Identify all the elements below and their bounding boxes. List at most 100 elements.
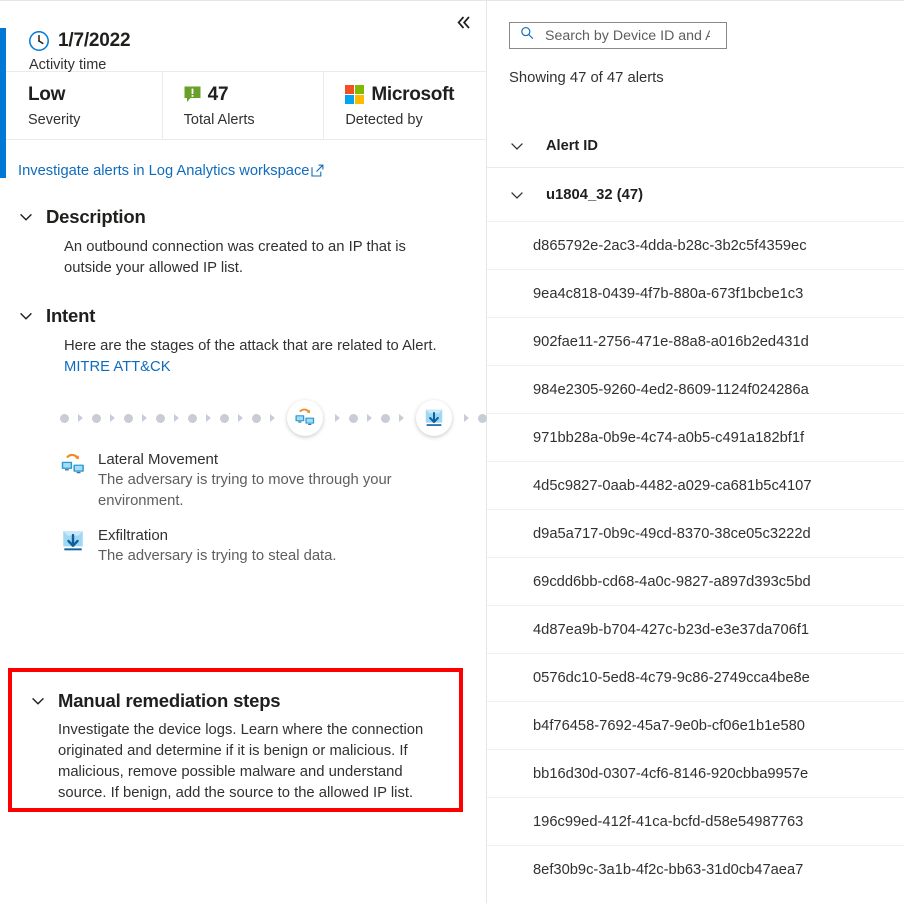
intent-section: Intent Here are the stages of the attack…	[0, 305, 486, 567]
intent-stage-name: Exfiltration	[98, 526, 337, 546]
alerts-list-pane: Showing 47 of 47 alerts Alert ID u1804_3…	[487, 0, 904, 903]
attack-chain-trailing-dots	[455, 414, 487, 423]
alert-row[interactable]: 196c99ed-412f-41ca-bcfd-d58e54987763	[487, 797, 904, 845]
attack-chain-dot	[92, 414, 101, 423]
chevron-down-icon	[18, 308, 34, 324]
alert-row[interactable]: 8ef30b9c-3a1b-4f2c-bb63-31d0cb47aea7	[487, 845, 904, 893]
manual-remediation-highlight: Manual remediation steps Investigate the…	[8, 668, 463, 812]
investigate-link-row: Investigate alerts in Log Analytics work…	[0, 140, 486, 180]
description-section-header[interactable]: Description	[18, 206, 456, 228]
alert-row-id: 4d87ea9b-b704-427c-b23d-e3e37da706f1	[533, 622, 809, 638]
intent-stage-exfiltration: Exfiltration The adversary is trying to …	[60, 526, 456, 567]
stat-total-alerts-value-row: 47	[184, 82, 324, 107]
attack-chain-dot	[60, 414, 69, 423]
attack-chain-middle-dots	[326, 414, 413, 423]
attack-chain-dot	[478, 414, 487, 423]
attack-chain-arrow-icon	[142, 414, 147, 422]
alert-row-id: b4f76458-7692-45a7-9e0b-cf06e1b1e580	[533, 718, 805, 734]
alert-row[interactable]: bb16d30d-0307-4cf6-8146-920cbba9957e	[487, 749, 904, 797]
intent-body-text: Here are the stages of the attack that a…	[64, 338, 437, 354]
alert-row[interactable]: d865792e-2ac3-4dda-b28c-3b2c5f4359ec	[487, 221, 904, 269]
attack-chain-dot	[188, 414, 197, 423]
attack-chain-dot	[124, 414, 133, 423]
mitre-attack-link[interactable]: MITRE ATT&CK	[64, 359, 171, 375]
description-body: An outbound connection was created to an…	[64, 237, 454, 279]
alert-row[interactable]: b4f76458-7692-45a7-9e0b-cf06e1b1e580	[487, 701, 904, 749]
chevron-down-icon	[30, 693, 46, 709]
manual-remediation-header[interactable]: Manual remediation steps	[30, 690, 459, 712]
alert-row-id: 0576dc10-5ed8-4c79-9c86-2749cca4be8e	[533, 670, 810, 686]
attack-chain-leading-dots	[60, 414, 284, 423]
alert-row[interactable]: 69cdd6bb-cd68-4a0c-9827-a897d393c5bd	[487, 557, 904, 605]
alert-row[interactable]: 0576dc10-5ed8-4c79-9c86-2749cca4be8e	[487, 653, 904, 701]
search-box[interactable]	[509, 22, 727, 49]
alert-row-id: 9ea4c818-0439-4f7b-880a-673f1bcbe1c3	[533, 286, 803, 302]
investigate-alerts-link-label: Investigate alerts in Log Analytics work…	[18, 163, 309, 179]
top-divider	[0, 0, 486, 1]
intent-stage-text: Lateral Movement The adversary is trying…	[98, 450, 438, 512]
investigate-alerts-link[interactable]: Investigate alerts in Log Analytics work…	[18, 162, 324, 179]
alert-row[interactable]: 971bb28a-0b9e-4c74-a0b5-c491a182bf1f	[487, 413, 904, 461]
intent-stage-desc: The adversary is trying to move through …	[98, 470, 438, 512]
alert-row[interactable]: 4d5c9827-0aab-4482-a029-ca681b5c4107	[487, 461, 904, 509]
severity-accent-bar	[0, 28, 6, 178]
alert-row[interactable]: 4d87ea9b-b704-427c-b23d-e3e37da706f1	[487, 605, 904, 653]
attack-chain-arrow-icon	[464, 414, 469, 422]
clock-icon	[28, 30, 50, 52]
activity-time-value: 1/7/2022	[58, 30, 130, 52]
alert-row-id: 196c99ed-412f-41ca-bcfd-d58e54987763	[533, 814, 803, 830]
description-section: Description An outbound connection was c…	[0, 206, 486, 279]
alert-row-id: 971bb28a-0b9e-4c74-a0b5-c491a182bf1f	[533, 430, 804, 446]
alert-row[interactable]: 9ea4c818-0439-4f7b-880a-673f1bcbe1c3	[487, 269, 904, 317]
alert-row-id: d9a5a717-0b9c-49cd-8370-38ce05c3222d	[533, 526, 811, 542]
stat-severity: Low Severity	[0, 72, 163, 139]
alert-row-id: 984e2305-9260-4ed2-8609-1124f024286a	[533, 382, 809, 398]
alert-row[interactable]: 984e2305-9260-4ed2-8609-1124f024286a	[487, 365, 904, 413]
alert-group-row[interactable]: u1804_32 (47)	[487, 168, 904, 221]
alert-stats-row: Low Severity 47 Total Alerts	[0, 72, 486, 140]
intent-title: Intent	[46, 305, 95, 327]
stat-total-alerts: 47 Total Alerts	[163, 72, 325, 139]
chevron-down-icon	[509, 187, 525, 203]
attack-chain-arrow-icon	[206, 414, 211, 422]
alert-row-id: 8ef30b9c-3a1b-4f2c-bb63-31d0cb47aea7	[533, 862, 803, 878]
lateral-movement-icon	[60, 452, 86, 478]
intent-section-header[interactable]: Intent	[18, 305, 456, 327]
attack-chain-arrow-icon	[174, 414, 179, 422]
chevron-down-icon	[509, 138, 525, 154]
search-input[interactable]	[543, 27, 712, 45]
chevron-double-left-icon[interactable]	[448, 8, 478, 36]
manual-remediation-title: Manual remediation steps	[58, 690, 280, 712]
attack-chain-arrow-icon	[335, 414, 340, 422]
external-link-icon	[311, 164, 324, 177]
stat-total-alerts-value: 47	[208, 84, 229, 106]
top-divider	[487, 0, 904, 1]
exfiltration-icon[interactable]	[416, 400, 452, 436]
attack-chain-arrow-icon	[238, 414, 243, 422]
search-icon	[520, 26, 534, 45]
alert-row[interactable]: d9a5a717-0b9c-49cd-8370-38ce05c3222d	[487, 509, 904, 557]
stat-detected-by-value-row: Microsoft	[345, 82, 486, 107]
alert-id-column-header[interactable]: Alert ID	[487, 124, 904, 168]
alert-list: d865792e-2ac3-4dda-b28c-3b2c5f4359ec 9ea4…	[487, 221, 904, 893]
stat-detected-by-label: Detected by	[345, 112, 486, 128]
alert-row-id: 4d5c9827-0aab-4482-a029-ca681b5c4107	[533, 478, 811, 494]
search-row	[487, 0, 904, 49]
alert-row-id: 69cdd6bb-cd68-4a0c-9827-a897d393c5bd	[533, 574, 811, 590]
attack-chain-dot	[349, 414, 358, 423]
activity-time-summary: 1/7/2022 Activity time	[0, 0, 486, 72]
intent-stage-lateral-movement: Lateral Movement The adversary is trying…	[60, 450, 456, 512]
alert-badge-icon	[184, 86, 201, 103]
microsoft-logo-icon	[345, 85, 364, 104]
alert-row-id: bb16d30d-0307-4cf6-8146-920cbba9957e	[533, 766, 808, 782]
intent-stage-text: Exfiltration The adversary is trying to …	[98, 526, 337, 567]
attack-chain-arrow-icon	[367, 414, 372, 422]
attack-chain-dot	[156, 414, 165, 423]
alert-row[interactable]: 902fae11-2756-471e-88a8-a016b2ed431d	[487, 317, 904, 365]
lateral-movement-icon[interactable]	[287, 400, 323, 436]
stat-severity-value: Low	[28, 82, 162, 107]
alert-details-page: 1/7/2022 Activity time Low Severity	[0, 0, 904, 903]
alert-row-id: 902fae11-2756-471e-88a8-a016b2ed431d	[533, 334, 809, 350]
activity-time-label: Activity time	[29, 57, 486, 73]
activity-time-row: 1/7/2022	[28, 30, 486, 52]
